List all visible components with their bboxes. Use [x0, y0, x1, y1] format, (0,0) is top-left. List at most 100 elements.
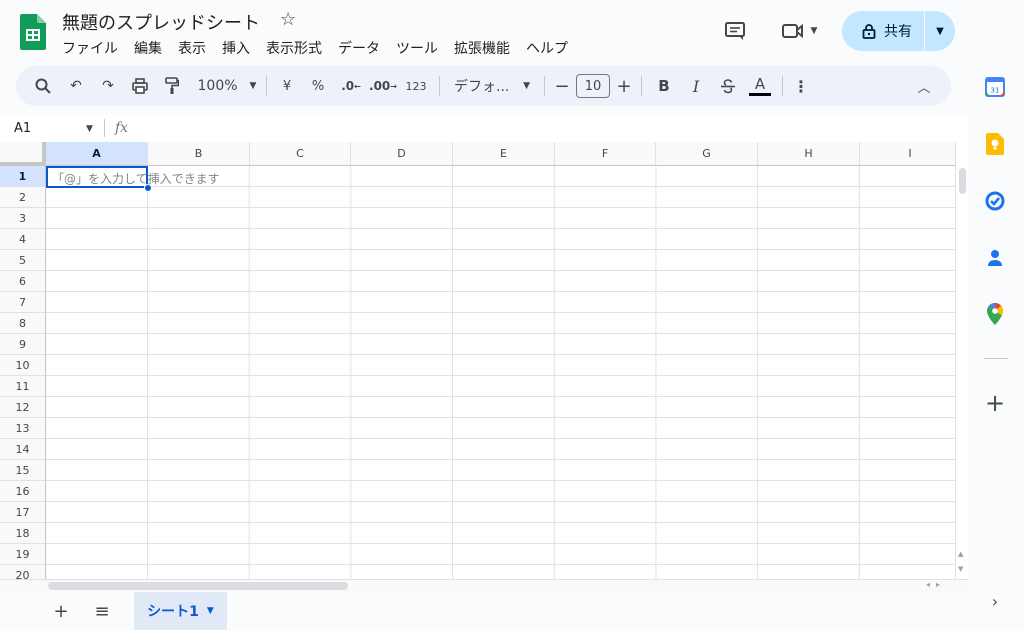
- scroll-down-icon[interactable]: ▼: [958, 565, 963, 573]
- menu-data[interactable]: データ: [338, 38, 388, 58]
- svg-text:31: 31: [991, 87, 1000, 95]
- text-color-button[interactable]: A: [744, 72, 776, 100]
- row-header-8[interactable]: 8: [0, 313, 46, 334]
- maps-icon[interactable]: [984, 303, 1006, 325]
- increase-font-size-icon[interactable]: +: [613, 72, 635, 100]
- font-family-value: デフォ...: [454, 79, 510, 95]
- font-size-field[interactable]: 10: [573, 72, 613, 100]
- share-dropdown-icon[interactable]: ▼: [925, 26, 955, 37]
- select-all-corner[interactable]: [0, 142, 46, 166]
- all-sheets-icon[interactable]: ≡: [89, 598, 115, 624]
- cell-area[interactable]: [46, 166, 955, 579]
- number-format-button[interactable]: 123: [399, 72, 433, 100]
- menu-file[interactable]: ファイル: [62, 38, 126, 58]
- more-options-icon[interactable]: ⋮: [789, 72, 813, 100]
- bold-button[interactable]: B: [648, 72, 680, 100]
- row-header-7[interactable]: 7: [0, 292, 46, 313]
- scroll-up-icon[interactable]: ▲: [958, 550, 963, 558]
- menu-insert[interactable]: 挿入: [222, 38, 258, 58]
- row-header-19[interactable]: 19: [0, 544, 46, 565]
- row-header-5[interactable]: 5: [0, 250, 46, 271]
- column-header-b[interactable]: B: [148, 142, 250, 166]
- decrease-decimal-button[interactable]: .0 ←: [335, 72, 367, 100]
- add-sheet-icon[interactable]: +: [48, 598, 74, 624]
- column-header-g[interactable]: G: [656, 142, 758, 166]
- sheet-tab-bar: + ≡ シート1 ▼: [0, 592, 968, 630]
- sheet-tab[interactable]: シート1 ▼: [134, 592, 227, 630]
- collapse-toolbar-icon[interactable]: ︿: [910, 72, 938, 100]
- chevron-down-icon: ▼: [86, 124, 93, 134]
- formula-bar: A1 ▼ fx: [0, 114, 968, 142]
- formula-input[interactable]: [128, 114, 968, 142]
- menu-extensions[interactable]: 拡張機能: [454, 38, 518, 58]
- print-icon[interactable]: [124, 72, 156, 100]
- decrease-font-size-icon[interactable]: −: [551, 72, 573, 100]
- spreadsheet-grid[interactable]: A B C D E F G H I 1 2 3 4 5 6 7 8 9 10 1…: [0, 142, 955, 579]
- vertical-scroll-thumb[interactable]: [959, 168, 966, 194]
- contacts-icon[interactable]: [984, 247, 1006, 269]
- add-icon[interactable]: +: [984, 389, 1006, 417]
- row-header-11[interactable]: 11: [0, 376, 46, 397]
- paint-format-icon[interactable]: [156, 72, 188, 100]
- keep-icon[interactable]: [984, 133, 1006, 155]
- row-header-14[interactable]: 14: [0, 439, 46, 460]
- row-header-9[interactable]: 9: [0, 334, 46, 355]
- meet-icon[interactable]: ▼: [776, 18, 822, 44]
- row-header-3[interactable]: 3: [0, 208, 46, 229]
- increase-decimal-button[interactable]: .00 →: [367, 72, 399, 100]
- column-header-i[interactable]: I: [860, 142, 955, 166]
- currency-format-button[interactable]: ¥: [273, 72, 301, 100]
- scroll-left-right-icon[interactable]: ◂▸: [926, 580, 946, 589]
- undo-icon[interactable]: ↶: [60, 72, 92, 100]
- font-family-select[interactable]: デフォ... ▼: [446, 72, 538, 100]
- horizontal-scroll-thumb[interactable]: [48, 582, 348, 590]
- strikethrough-icon[interactable]: [712, 72, 744, 100]
- name-box-value: A1: [14, 120, 32, 136]
- row-header-12[interactable]: 12: [0, 397, 46, 418]
- menu-edit[interactable]: 編集: [134, 38, 170, 58]
- row-header-17[interactable]: 17: [0, 502, 46, 523]
- column-header-a[interactable]: A: [46, 142, 148, 166]
- vertical-scrollbar[interactable]: ▲ ▼: [955, 142, 968, 579]
- tasks-icon[interactable]: [984, 190, 1006, 212]
- calendar-icon[interactable]: 31: [984, 76, 1006, 98]
- sheet-tab-label: シート1: [147, 604, 199, 620]
- share-button[interactable]: 共有: [842, 11, 924, 51]
- zoom-select[interactable]: 100% ▼: [194, 72, 260, 100]
- menu-help[interactable]: ヘルプ: [526, 38, 576, 58]
- expand-icon[interactable]: ›: [984, 590, 1006, 612]
- sheets-app: 無題のスプレッドシート ☆ ファイル 編集 表示 挿入 表示形式 データ ツール…: [0, 0, 1024, 630]
- column-header-f[interactable]: F: [555, 142, 656, 166]
- row-header-18[interactable]: 18: [0, 523, 46, 544]
- redo-icon[interactable]: ↷: [92, 72, 124, 100]
- row-header-6[interactable]: 6: [0, 271, 46, 292]
- star-icon[interactable]: ☆: [280, 9, 296, 30]
- row-header-13[interactable]: 13: [0, 418, 46, 439]
- italic-button[interactable]: I: [680, 72, 712, 100]
- document-title[interactable]: 無題のスプレッドシート: [62, 9, 260, 35]
- row-header-20[interactable]: 20: [0, 565, 46, 579]
- row-header-4[interactable]: 4: [0, 229, 46, 250]
- sheets-logo-icon[interactable]: [20, 14, 46, 50]
- side-panel: 31 + ›: [968, 0, 1024, 630]
- menu-tools[interactable]: ツール: [396, 38, 446, 58]
- column-header-d[interactable]: D: [351, 142, 453, 166]
- column-header-c[interactable]: C: [250, 142, 351, 166]
- row-header-15[interactable]: 15: [0, 460, 46, 481]
- row-header-16[interactable]: 16: [0, 481, 46, 502]
- font-size-value: 10: [576, 74, 610, 98]
- menu-view[interactable]: 表示: [178, 38, 214, 58]
- toolbar: ↶ ↷ 100% ▼ ¥ % .0 ← .00 → 123 デフォ... ▼ − 1…: [16, 66, 951, 106]
- column-header-e[interactable]: E: [453, 142, 555, 166]
- lock-icon: [862, 24, 876, 39]
- menu-format[interactable]: 表示形式: [266, 38, 330, 58]
- percent-format-button[interactable]: %: [301, 72, 335, 100]
- horizontal-scrollbar[interactable]: ◂▸: [0, 579, 968, 592]
- comment-icon[interactable]: [722, 18, 748, 44]
- name-box[interactable]: A1 ▼: [0, 114, 100, 142]
- search-icon[interactable]: [30, 72, 56, 100]
- column-header-h[interactable]: H: [758, 142, 860, 166]
- row-header-10[interactable]: 10: [0, 355, 46, 376]
- row-header-1[interactable]: 1: [0, 166, 46, 187]
- row-header-2[interactable]: 2: [0, 187, 46, 208]
